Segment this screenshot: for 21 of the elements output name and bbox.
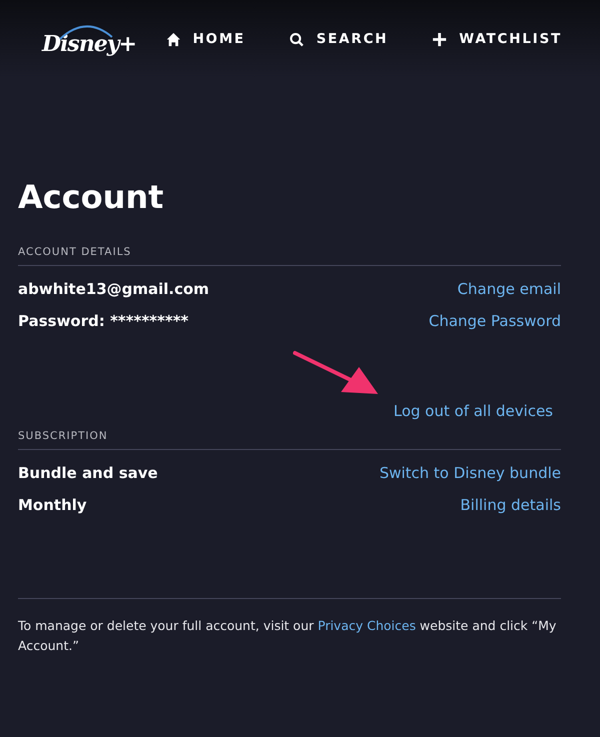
- page-title: Account: [18, 178, 165, 216]
- field-label: Bundle and save: [18, 464, 158, 482]
- action-link[interactable]: Log out of all devices: [394, 402, 553, 420]
- action-link[interactable]: Switch to Disney bundle: [379, 464, 561, 482]
- nav-link[interactable]: WATCHLIST: [432, 31, 562, 47]
- home-icon: [166, 32, 181, 46]
- section-heading: ACCOUNT DETAILS: [18, 246, 561, 266]
- action-link[interactable]: Change Password: [428, 312, 561, 330]
- nav-link[interactable]: SEARCH: [289, 31, 388, 47]
- action-link[interactable]: Billing details: [460, 496, 561, 514]
- search-icon: [289, 32, 304, 46]
- footer-note: To manage or delete your full account, visit our Privacy Choices website and click “My Account.”: [18, 617, 558, 655]
- field-label: Password: **********: [18, 312, 189, 330]
- nav-link[interactable]: HOME: [166, 31, 246, 47]
- field-label: abwhite13@gmail.com: [18, 280, 210, 298]
- action-link[interactable]: Change email: [457, 280, 561, 298]
- field-label: Monthly: [18, 496, 87, 514]
- section-heading: SUBSCRIPTION: [18, 430, 561, 450]
- privacy-link[interactable]: Privacy Choices: [318, 618, 416, 633]
- logo[interactable]: Disney+: [42, 21, 136, 57]
- plus-icon: [432, 32, 448, 46]
